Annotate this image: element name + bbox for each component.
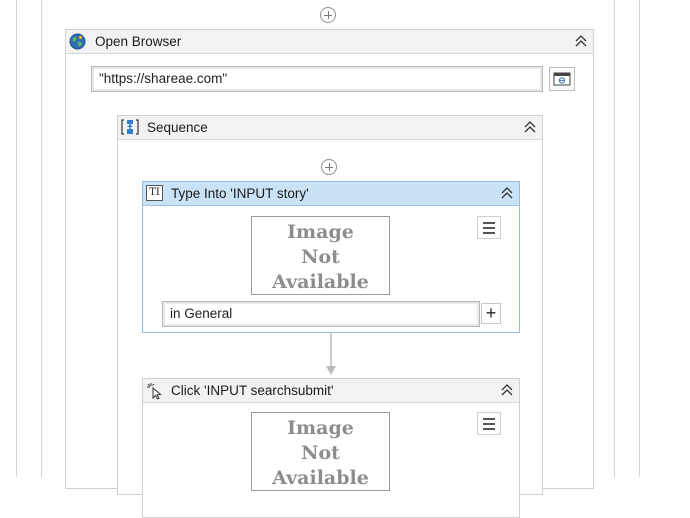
canvas-border-right-outer	[639, 0, 640, 477]
click-activity[interactable]: Click 'INPUT searchsubmit' Image Not Ava…	[142, 378, 520, 518]
url-input[interactable]: "https://shareae.com"	[91, 66, 543, 92]
sequence-header[interactable]: Sequence	[118, 116, 542, 140]
click-title: Click 'INPUT searchsubmit'	[171, 383, 334, 398]
type-into-icon: TI	[146, 185, 163, 201]
connector-arrow	[324, 333, 338, 377]
add-activity-icon[interactable]	[320, 7, 336, 23]
type-into-header[interactable]: TI Type Into 'INPUT story'	[143, 182, 519, 206]
target-screenshot-placeholder: Image Not Available	[251, 216, 390, 295]
open-browser-activity[interactable]: Open Browser "https://shareae.com" Seque…	[65, 29, 594, 518]
placeholder-line: Not	[301, 442, 340, 464]
hamburger-menu-icon[interactable]	[477, 216, 501, 239]
open-browser-header[interactable]: Open Browser	[66, 30, 593, 54]
double-chevron-up-icon[interactable]	[523, 120, 537, 134]
sequence-icon	[121, 118, 139, 136]
target-screenshot-placeholder: Image Not Available	[251, 412, 390, 491]
canvas-border-left-inner	[41, 0, 42, 477]
placeholder-line: Image	[287, 417, 354, 439]
type-into-activity[interactable]: TI Type Into 'INPUT story' Image Not Ava…	[142, 181, 520, 333]
hamburger-menu-icon[interactable]	[477, 412, 501, 435]
canvas-border-right-inner	[614, 0, 615, 477]
canvas-border-left-outer	[16, 0, 17, 477]
placeholder-line: Available	[272, 467, 369, 489]
placeholder-line: Not	[301, 246, 340, 268]
sequence-activity[interactable]: Sequence TI Type Into 'INPUT story' Imag…	[117, 115, 543, 518]
text-input[interactable]: in General	[162, 301, 480, 327]
open-browser-title: Open Browser	[95, 34, 182, 49]
placeholder-line: Image	[287, 221, 354, 243]
double-chevron-up-icon[interactable]	[500, 186, 514, 200]
add-activity-icon[interactable]	[321, 159, 337, 175]
browser-window-icon[interactable]	[549, 67, 575, 91]
double-chevron-up-icon[interactable]	[500, 383, 514, 397]
click-header[interactable]: Click 'INPUT searchsubmit'	[143, 379, 519, 403]
globe-icon	[69, 33, 86, 50]
add-variable-icon[interactable]: +	[481, 303, 501, 324]
placeholder-line: Available	[272, 271, 369, 293]
double-chevron-up-icon[interactable]	[574, 34, 588, 48]
type-into-title: Type Into 'INPUT story'	[171, 186, 309, 201]
sequence-title: Sequence	[147, 120, 208, 135]
click-icon	[146, 382, 164, 400]
